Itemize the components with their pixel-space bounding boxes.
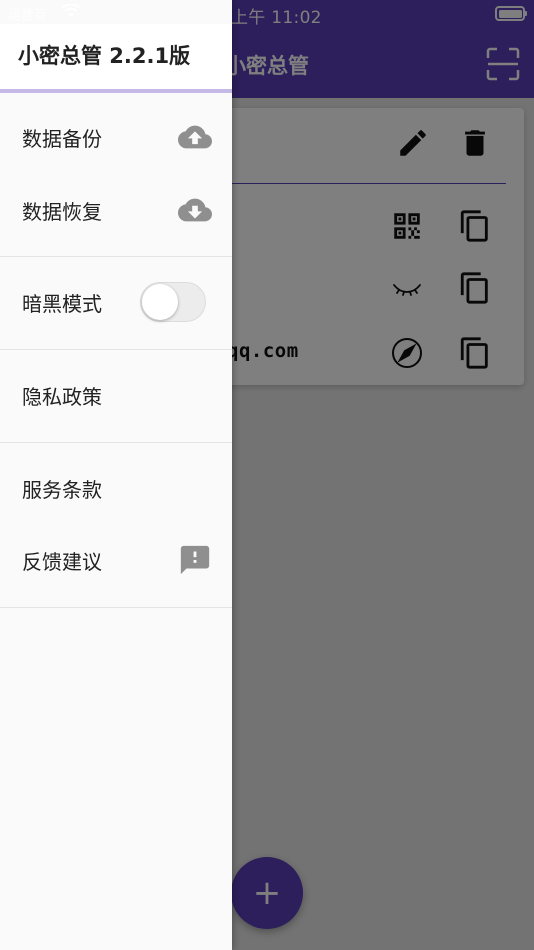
carrier-label: 运营商: [8, 8, 48, 23]
menu-item-restore[interactable]: 数据恢复: [0, 180, 232, 240]
menu-divider: [0, 349, 232, 350]
cloud-download-icon: [178, 198, 212, 222]
cloud-upload-icon: [178, 125, 212, 149]
menu-label-dark-mode: 暗黑模式: [22, 291, 102, 316]
menu-label-terms: 服务条款: [22, 477, 102, 502]
feedback-icon: [180, 545, 210, 575]
menu-item-terms[interactable]: 服务条款: [0, 458, 232, 518]
menu-divider: [0, 607, 232, 608]
menu-divider: [0, 442, 232, 443]
toggle-knob: [142, 284, 178, 320]
wifi-icon: [62, 4, 80, 18]
menu-label-feedback: 反馈建议: [22, 549, 102, 574]
status-bar: 运营商: [0, 0, 232, 24]
menu-item-feedback[interactable]: 反馈建议: [0, 530, 232, 590]
drawer-title: 小密总管 2.2.1版: [18, 44, 191, 68]
drawer-header-divider: [0, 89, 232, 93]
drawer-header: 小密总管 2.2.1版: [0, 24, 232, 90]
navigation-drawer: 运营商 小密总管 2.2.1版 数据备份 数据恢复 暗黑模式 隐私政策 服务条款…: [0, 0, 232, 950]
menu-label-privacy: 隐私政策: [22, 384, 102, 409]
menu-label-backup: 数据备份: [22, 126, 102, 151]
dark-mode-toggle[interactable]: [140, 282, 206, 322]
menu-label-restore: 数据恢复: [22, 199, 102, 224]
menu-item-backup[interactable]: 数据备份: [0, 107, 232, 167]
menu-item-privacy[interactable]: 隐私政策: [0, 365, 232, 425]
menu-divider: [0, 256, 232, 257]
menu-item-dark-mode: 暗黑模式: [0, 272, 232, 332]
